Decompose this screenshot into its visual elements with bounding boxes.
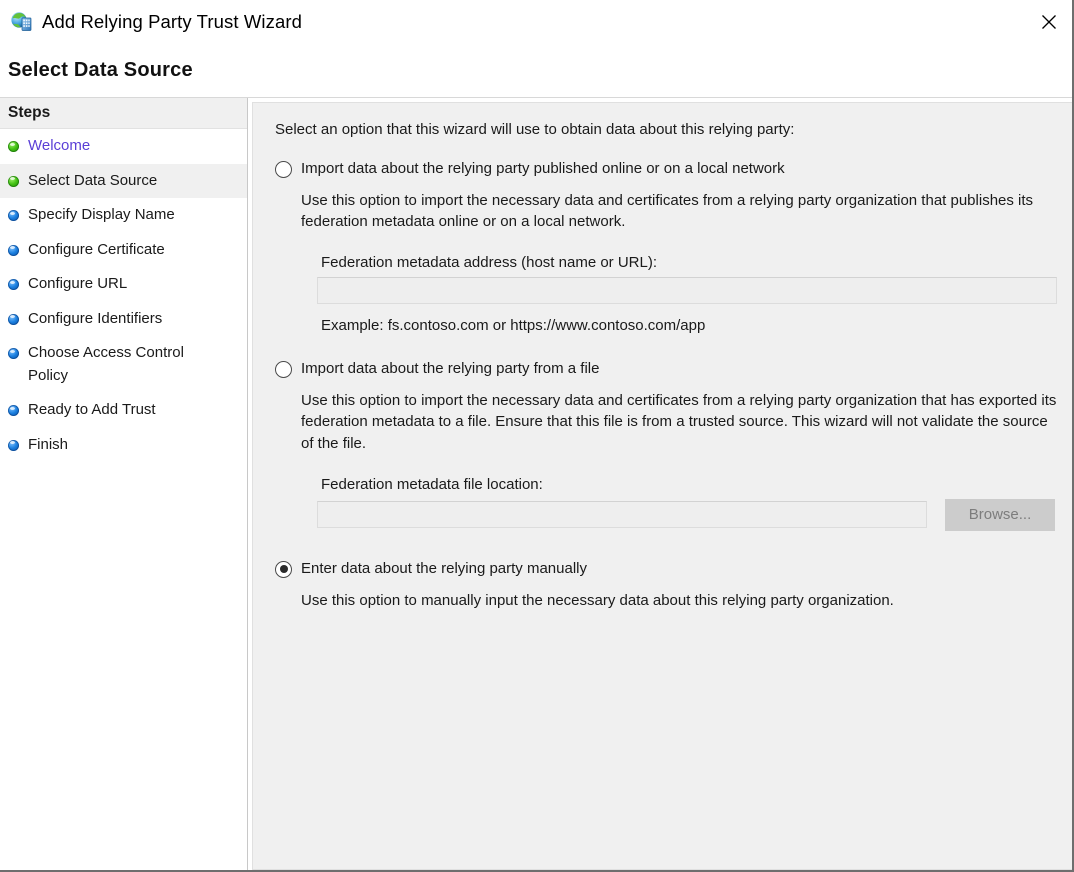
step-bullet-icon: [8, 176, 19, 187]
page-title: Select Data Source: [8, 59, 193, 82]
page-header: Select Data Source: [0, 44, 1072, 98]
sidebar-item-label: Choose Access Control Policy: [28, 342, 228, 387]
globe-server-icon: [10, 10, 34, 34]
title-bar: Add Relying Party Trust Wizard: [0, 0, 1072, 44]
sidebar-item-finish[interactable]: Finish: [0, 428, 247, 463]
step-bullet-icon: [8, 245, 19, 256]
sidebar-item-choose-access-control-policy[interactable]: Choose Access Control Policy: [0, 336, 247, 393]
option-description: Use this option to import the necessary …: [301, 390, 1057, 454]
sidebar-item-configure-certificate[interactable]: Configure Certificate: [0, 233, 247, 268]
option-description: Use this option to manually input the ne…: [301, 590, 1057, 611]
step-bullet-icon: [8, 314, 19, 325]
metadata-address-row: [317, 277, 1057, 304]
metadata-address-input[interactable]: [317, 277, 1057, 304]
sidebar-item-welcome[interactable]: Welcome: [0, 129, 247, 164]
step-bullet-icon: [8, 141, 19, 152]
radio-import-file[interactable]: [275, 361, 292, 378]
sidebar-item-label: Configure URL: [28, 273, 127, 296]
sidebar-item-configure-identifiers[interactable]: Configure Identifiers: [0, 302, 247, 337]
metadata-address-label: Federation metadata address (host name o…: [321, 254, 1057, 271]
option-label: Import data about the relying party from…: [301, 360, 599, 379]
option-description: Use this option to import the necessary …: [301, 190, 1057, 233]
steps-header: Steps: [0, 98, 247, 129]
step-bullet-icon: [8, 440, 19, 451]
sidebar-item-label: Ready to Add Trust: [28, 399, 156, 422]
sidebar-item-label: Select Data Source: [28, 170, 157, 193]
steps-sidebar: Steps Welcome Select Data Source Specify…: [0, 98, 248, 870]
sidebar-item-specify-display-name[interactable]: Specify Display Name: [0, 198, 247, 233]
steps-header-label: Steps: [8, 104, 50, 122]
sidebar-item-label: Specify Display Name: [28, 204, 175, 227]
step-bullet-icon: [8, 405, 19, 416]
intro-text: Select an option that this wizard will u…: [275, 121, 1057, 138]
metadata-address-example: Example: fs.contoso.com or https://www.c…: [321, 317, 1057, 334]
option-import-online[interactable]: Import data about the relying party publ…: [275, 160, 1057, 179]
content-wrapper: Select an option that this wizard will u…: [248, 98, 1074, 870]
sidebar-item-ready-to-add-trust[interactable]: Ready to Add Trust: [0, 393, 247, 428]
sidebar-item-label: Welcome: [28, 135, 90, 158]
close-icon[interactable]: [1026, 0, 1072, 44]
sidebar-item-label: Finish: [28, 434, 68, 457]
sidebar-item-label: Configure Identifiers: [28, 308, 162, 331]
radio-manual-entry[interactable]: [275, 561, 292, 578]
option-manual-entry[interactable]: Enter data about the relying party manua…: [275, 560, 1057, 579]
step-bullet-icon: [8, 210, 19, 221]
sidebar-item-label: Configure Certificate: [28, 239, 165, 262]
step-bullet-icon: [8, 279, 19, 290]
wizard-window: Add Relying Party Trust Wizard Select Da…: [0, 0, 1074, 872]
option-label: Enter data about the relying party manua…: [301, 560, 587, 579]
browse-button[interactable]: Browse...: [945, 499, 1055, 531]
sidebar-item-select-data-source[interactable]: Select Data Source: [0, 164, 247, 199]
sidebar-item-configure-url[interactable]: Configure URL: [0, 267, 247, 302]
wizard-body: Steps Welcome Select Data Source Specify…: [0, 98, 1072, 870]
metadata-file-row: Browse...: [317, 499, 1057, 531]
content-panel: Select an option that this wizard will u…: [252, 102, 1074, 870]
metadata-file-label: Federation metadata file location:: [321, 476, 1057, 493]
radio-import-online[interactable]: [275, 161, 292, 178]
option-label: Import data about the relying party publ…: [301, 160, 785, 179]
option-import-file[interactable]: Import data about the relying party from…: [275, 360, 1057, 379]
window-title: Add Relying Party Trust Wizard: [42, 11, 302, 33]
metadata-file-input[interactable]: [317, 501, 927, 528]
step-bullet-icon: [8, 348, 19, 359]
